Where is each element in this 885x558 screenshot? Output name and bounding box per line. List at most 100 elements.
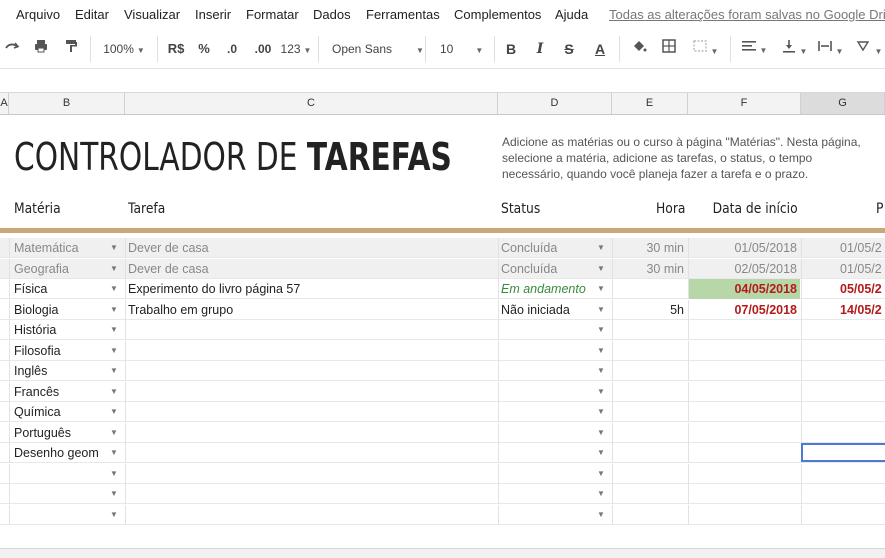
chevron-down-icon[interactable]: ▼ — [110, 484, 118, 504]
task-cell[interactable]: Trabalho em grupo — [128, 300, 493, 320]
chevron-down-icon[interactable]: ▼ — [597, 443, 605, 463]
task-cell[interactable] — [128, 402, 493, 422]
chevron-down-icon[interactable]: ▼ — [110, 341, 118, 361]
hours-cell[interactable]: 5h — [612, 300, 684, 320]
subject-cell[interactable]: Química — [14, 402, 108, 422]
chevron-down-icon[interactable]: ▼ — [110, 320, 118, 340]
start-date-cell[interactable] — [689, 382, 800, 402]
saved-status-link[interactable]: Todas as alterações foram salvas no Goog… — [609, 7, 885, 22]
due-date-cell[interactable]: 14/05/2 — [840, 300, 885, 320]
subject-cell[interactable]: Filosofia — [14, 341, 108, 361]
hours-cell[interactable]: 30 min — [612, 238, 684, 258]
due-date-cell[interactable] — [840, 341, 885, 361]
menu-ajuda[interactable]: Ajuda — [555, 7, 588, 22]
due-date-cell[interactable] — [840, 382, 885, 402]
subject-cell[interactable]: Matemática — [14, 238, 108, 258]
chevron-down-icon[interactable]: ▼ — [597, 382, 605, 402]
task-cell[interactable]: Experimento do livro página 57 — [128, 279, 493, 299]
start-date-cell[interactable] — [689, 505, 800, 525]
subject-cell[interactable]: Geografia — [14, 259, 108, 279]
chevron-down-icon[interactable]: ▼ — [597, 279, 605, 299]
subject-cell[interactable]: Português — [14, 423, 108, 443]
column-header-g[interactable]: G — [801, 93, 885, 114]
due-date-cell[interactable] — [840, 423, 885, 443]
status-cell[interactable] — [501, 341, 593, 361]
status-cell[interactable]: Em andamento — [501, 279, 593, 299]
status-cell[interactable] — [501, 443, 593, 463]
chevron-down-icon[interactable]: ▼ — [597, 238, 605, 258]
strikethrough-button[interactable]: S — [559, 38, 579, 60]
task-cell[interactable] — [128, 341, 493, 361]
chevron-down-icon[interactable]: ▼ — [597, 423, 605, 443]
menu-editar[interactable]: Editar — [75, 7, 109, 22]
menu-arquivo[interactable]: Arquivo — [16, 7, 60, 22]
borders-icon[interactable] — [657, 38, 681, 60]
start-date-cell[interactable] — [689, 464, 800, 484]
menu-dados[interactable]: Dados — [313, 7, 351, 22]
column-header-d[interactable]: D — [498, 93, 612, 114]
status-cell[interactable] — [501, 361, 593, 381]
start-date-cell[interactable] — [689, 443, 800, 463]
horizontal-align-icon[interactable]: ▼ — [737, 38, 771, 60]
chevron-down-icon[interactable]: ▼ — [597, 259, 605, 279]
task-cell[interactable]: Dever de casa — [128, 259, 493, 279]
merge-cells-icon[interactable]: ▼ — [688, 38, 722, 60]
paint-format-icon[interactable] — [60, 38, 82, 60]
font-select[interactable]: Open Sans ▼ — [326, 38, 424, 60]
start-date-cell[interactable]: 01/05/2018 — [689, 238, 800, 258]
status-cell[interactable] — [501, 484, 593, 504]
status-cell[interactable]: Concluída — [501, 238, 593, 258]
chevron-down-icon[interactable]: ▼ — [597, 341, 605, 361]
hours-cell[interactable] — [612, 382, 684, 402]
hours-cell[interactable] — [612, 423, 684, 443]
column-header-a[interactable]: A — [0, 93, 9, 114]
percent-button[interactable]: % — [194, 38, 214, 60]
subject-cell[interactable]: Francês — [14, 382, 108, 402]
chevron-down-icon[interactable]: ▼ — [110, 402, 118, 422]
subject-cell[interactable] — [14, 484, 108, 504]
hours-cell[interactable] — [612, 464, 684, 484]
task-cell[interactable] — [128, 443, 493, 463]
menu-visualizar[interactable]: Visualizar — [124, 7, 180, 22]
chevron-down-icon[interactable]: ▼ — [110, 259, 118, 279]
status-cell[interactable]: Concluída — [501, 259, 593, 279]
chevron-down-icon[interactable]: ▼ — [597, 505, 605, 525]
italic-button[interactable]: I — [530, 38, 550, 60]
chevron-down-icon[interactable]: ▼ — [110, 279, 118, 299]
chevron-down-icon[interactable]: ▼ — [597, 300, 605, 320]
column-header-f[interactable]: F — [688, 93, 801, 114]
chevron-down-icon[interactable]: ▼ — [110, 238, 118, 258]
selected-cell[interactable] — [801, 443, 885, 462]
hours-cell[interactable] — [612, 443, 684, 463]
column-header-b[interactable]: B — [9, 93, 125, 114]
menu-complementos[interactable]: Complementos — [454, 7, 541, 22]
task-cell[interactable] — [128, 320, 493, 340]
task-cell[interactable]: Dever de casa — [128, 238, 493, 258]
due-date-cell[interactable] — [840, 464, 885, 484]
chevron-down-icon[interactable]: ▼ — [110, 464, 118, 484]
hours-cell[interactable] — [612, 361, 684, 381]
currency-button[interactable]: R$ — [164, 38, 188, 60]
start-date-cell[interactable] — [689, 361, 800, 381]
chevron-down-icon[interactable]: ▼ — [597, 484, 605, 504]
column-header-e[interactable]: E — [612, 93, 688, 114]
print-icon[interactable] — [30, 38, 52, 60]
start-date-cell[interactable]: 04/05/2018 — [689, 279, 800, 299]
task-cell[interactable] — [128, 423, 493, 443]
start-date-cell[interactable] — [689, 320, 800, 340]
status-cell[interactable] — [501, 402, 593, 422]
due-date-cell[interactable]: 05/05/2 — [840, 279, 885, 299]
start-date-cell[interactable]: 02/05/2018 — [689, 259, 800, 279]
due-date-cell[interactable] — [840, 361, 885, 381]
due-date-cell[interactable] — [840, 484, 885, 504]
chevron-down-icon[interactable]: ▼ — [110, 423, 118, 443]
start-date-cell[interactable] — [689, 402, 800, 422]
subject-cell[interactable]: Física — [14, 279, 108, 299]
zoom-select[interactable]: 100% ▼ — [98, 38, 150, 60]
subject-cell[interactable] — [14, 464, 108, 484]
hours-cell[interactable] — [612, 484, 684, 504]
hours-cell[interactable] — [612, 341, 684, 361]
status-cell[interactable]: Não iniciada — [501, 300, 593, 320]
due-date-cell[interactable] — [840, 402, 885, 422]
chevron-down-icon[interactable]: ▼ — [110, 300, 118, 320]
